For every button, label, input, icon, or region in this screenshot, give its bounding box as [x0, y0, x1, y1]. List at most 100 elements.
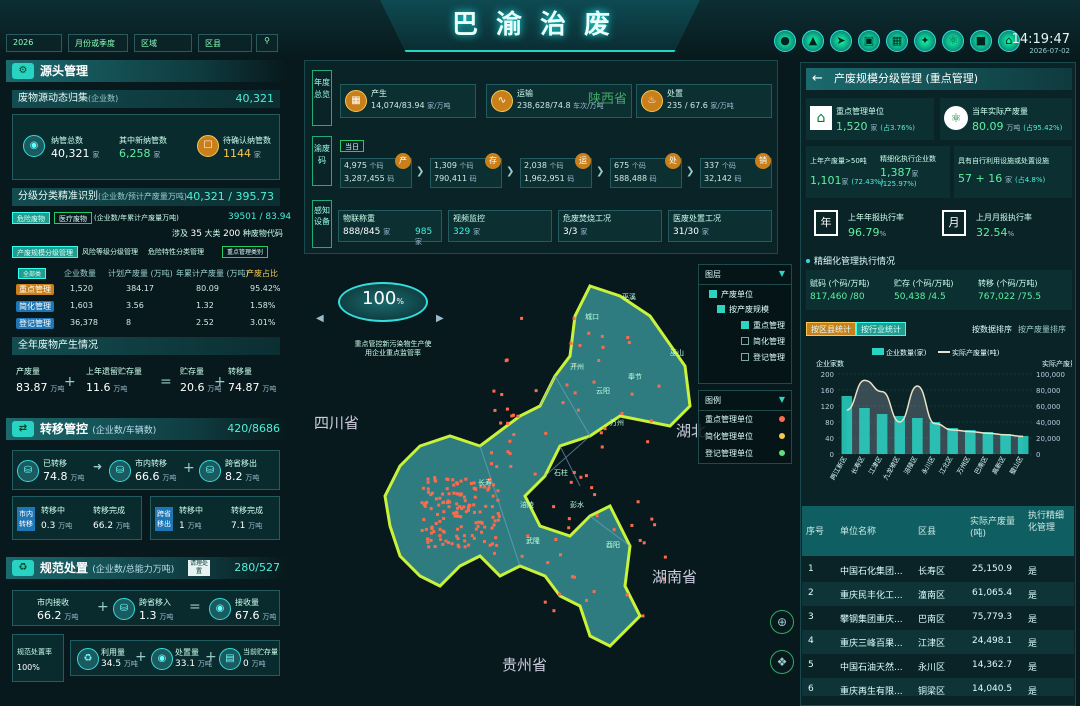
checkbox[interactable]	[741, 321, 749, 329]
by-district-button[interactable]: 按区县统计	[806, 322, 856, 336]
enterprise-dot[interactable]	[500, 393, 504, 397]
enterprise-dot[interactable]	[552, 505, 556, 509]
chart-bar[interactable]	[947, 428, 958, 454]
enterprise-dot[interactable]	[426, 480, 430, 484]
layers-icon[interactable]: ❖	[770, 650, 794, 674]
chart-bar[interactable]	[1000, 434, 1011, 454]
enterprise-dot[interactable]	[441, 542, 445, 546]
region-select[interactable]: 区域	[134, 34, 192, 52]
box-icon[interactable]: ■	[970, 30, 992, 52]
period-select[interactable]: 月份或季度	[68, 34, 128, 52]
enterprise-dot[interactable]	[456, 514, 460, 518]
enterprise-dot[interactable]	[486, 488, 490, 492]
enterprise-dot[interactable]	[476, 524, 480, 528]
enterprise-dot[interactable]	[422, 503, 426, 507]
enterprise-dot[interactable]	[450, 542, 454, 546]
enterprise-dot[interactable]	[442, 500, 446, 504]
enterprise-dot[interactable]	[459, 479, 463, 483]
enterprise-dot[interactable]	[649, 419, 653, 423]
enterprise-dot[interactable]	[446, 499, 450, 503]
enterprise-dot[interactable]	[451, 478, 455, 482]
chart-bar[interactable]	[1017, 436, 1029, 454]
enterprise-dot[interactable]	[572, 470, 576, 474]
enterprise-dot[interactable]	[433, 476, 437, 480]
enterprise-dot[interactable]	[620, 411, 624, 415]
enterprise-dot[interactable]	[455, 510, 459, 514]
enterprise-dot[interactable]	[657, 384, 661, 388]
satellite-icon[interactable]: ➤	[830, 30, 852, 52]
enterprise-dot[interactable]	[472, 536, 476, 540]
enterprise-dot[interactable]	[494, 536, 498, 540]
enterprise-dot[interactable]	[455, 502, 459, 506]
enterprise-dot[interactable]	[438, 496, 442, 500]
enterprise-dot[interactable]	[558, 592, 561, 596]
enterprise-dot[interactable]	[625, 593, 629, 597]
enterprise-dot[interactable]	[456, 537, 460, 541]
enterprise-dot[interactable]	[459, 525, 463, 529]
enterprise-dot[interactable]	[442, 516, 446, 520]
enterprise-dot[interactable]	[467, 543, 471, 547]
enterprise-dot[interactable]	[600, 334, 604, 338]
collapse-icon[interactable]: ▼	[779, 269, 785, 278]
enterprise-dot[interactable]	[439, 537, 443, 541]
enterprise-dot[interactable]	[452, 491, 456, 495]
enterprise-dot[interactable]	[430, 531, 434, 535]
enterprise-dot[interactable]	[434, 522, 438, 526]
checkbox[interactable]	[741, 337, 749, 345]
chart-bar[interactable]	[912, 418, 923, 454]
enterprise-dot[interactable]	[467, 503, 471, 507]
enterprise-dot[interactable]	[474, 487, 478, 491]
globe-icon[interactable]: ●	[774, 30, 796, 52]
enterprise-dot[interactable]	[427, 545, 431, 549]
enterprise-dot[interactable]	[561, 401, 565, 405]
enterprise-dot[interactable]	[452, 511, 456, 515]
enterprise-dot[interactable]	[426, 487, 430, 491]
enterprise-dot[interactable]	[490, 451, 494, 455]
enterprise-dot[interactable]	[426, 537, 430, 541]
table-row[interactable]: 2 重庆民丰化工... 潼南区 61,065.4 是	[802, 582, 1074, 606]
enterprise-dot[interactable]	[599, 431, 603, 435]
enterprise-dot[interactable]	[576, 408, 580, 412]
chart-bar[interactable]	[982, 432, 994, 454]
weighing-card[interactable]: 物联称重 888/845 家 985 家	[338, 210, 442, 246]
enterprise-dot[interactable]	[491, 494, 495, 498]
chart-bar[interactable]	[841, 396, 853, 454]
enterprise-dot[interactable]	[630, 392, 634, 396]
enterprise-dot[interactable]	[430, 491, 434, 495]
enterprise-dot[interactable]	[441, 529, 445, 533]
network-icon[interactable]: ✦	[914, 30, 936, 52]
enterprise-dot[interactable]	[508, 439, 512, 443]
table-row[interactable]: 6 重庆再生有限... 铜梁区 14,040.5 是	[802, 678, 1074, 696]
enterprise-dot[interactable]	[584, 474, 588, 478]
enterprise-dot[interactable]	[627, 341, 631, 345]
enterprise-dot[interactable]	[426, 540, 430, 544]
enterprise-dot[interactable]	[653, 523, 657, 527]
collapse-icon[interactable]: ▼	[779, 395, 785, 404]
table-row[interactable]: 3 攀钢集团重庆... 巴南区 75,779.3 是	[802, 606, 1074, 630]
enterprise-dot[interactable]	[612, 528, 616, 532]
enterprise-dot[interactable]	[438, 519, 442, 523]
subtab-risk[interactable]: 风险等级分级管理	[82, 247, 138, 257]
code-card[interactable]: 4,975 个码 3,287,455 码 产	[340, 153, 412, 188]
table-row[interactable]: 4 重庆三峰百果... 江津区 24,498.1 是	[802, 630, 1074, 654]
chart-bar[interactable]	[964, 430, 976, 454]
enterprise-dot[interactable]	[603, 427, 607, 431]
enterprise-dot[interactable]	[474, 527, 478, 531]
enterprise-dot[interactable]	[593, 493, 597, 497]
enterprise-dot[interactable]	[499, 421, 503, 425]
disposal-badge[interactable]: 请理处置	[188, 560, 210, 576]
enterprise-dot[interactable]	[430, 525, 434, 529]
video-card[interactable]: 视频监控 329 家	[448, 210, 552, 242]
enterprise-dot[interactable]	[573, 391, 577, 395]
enterprise-dot[interactable]	[497, 514, 501, 518]
enterprise-dot[interactable]	[492, 389, 496, 393]
enterprise-dot[interactable]	[585, 598, 589, 602]
incineration-card[interactable]: 危废焚烧工况 3/3 家	[558, 210, 662, 242]
enterprise-dot[interactable]	[496, 512, 500, 516]
enterprise-dot[interactable]	[490, 505, 494, 509]
table-row[interactable]: 1 中国石化集团... 长寿区 25,150.9 是	[802, 558, 1074, 582]
enterprise-dot[interactable]	[424, 527, 428, 531]
monitor-icon[interactable]: ▣	[858, 30, 880, 52]
enterprise-dot[interactable]	[441, 492, 445, 496]
enterprise-dot[interactable]	[495, 465, 499, 469]
